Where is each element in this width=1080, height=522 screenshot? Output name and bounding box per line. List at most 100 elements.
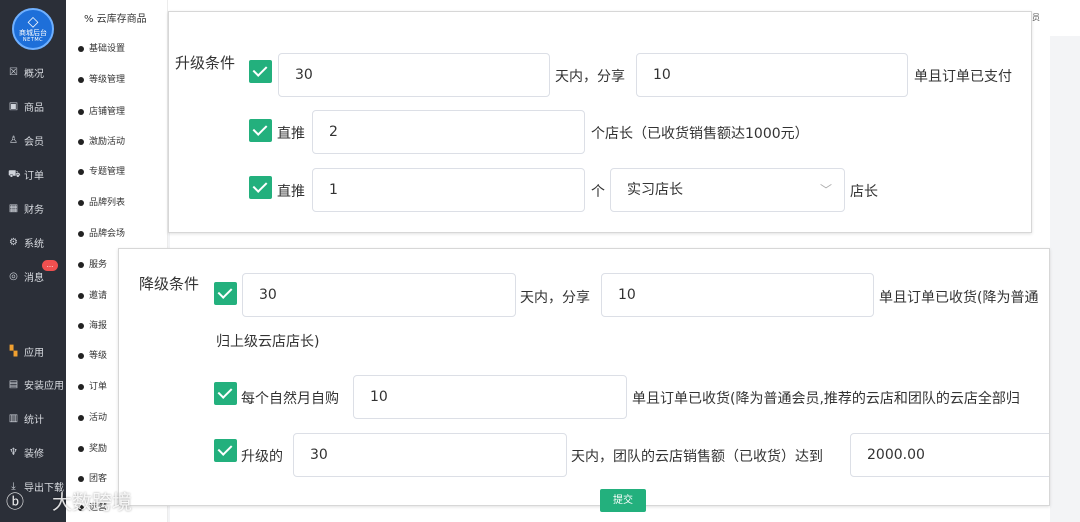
subnav-item[interactable]: 基础设置 (78, 41, 125, 57)
subnav-label: 团客 (89, 474, 108, 484)
subnav-item[interactable]: 服务 (78, 257, 107, 273)
subnav-item[interactable]: 海报 (78, 318, 107, 334)
finance-icon: ▦ (8, 202, 19, 214)
upgrade-direct2-label: 直推 (277, 184, 305, 200)
store-level-select[interactable]: 实习店长 ﹀ (610, 168, 845, 212)
gear-icon (78, 322, 84, 329)
rail-item-finance[interactable]: ▦ 财务 (0, 198, 66, 218)
downgrade-days-text: 天内，分享 (520, 290, 590, 306)
rail-item-order[interactable]: ⛟ 订单 (0, 164, 66, 184)
rail-item-install[interactable]: ▤ 安装应用 (0, 374, 66, 394)
cart-icon: ⛟ (8, 168, 21, 180)
downgrade-team-text: 天内，团队的云店销售额（已收货）达到 (571, 449, 823, 465)
gear-icon (78, 168, 84, 175)
subnav-item[interactable]: 激励活动 (78, 134, 125, 150)
upgrade-days-input[interactable]: 30 (278, 53, 550, 97)
subnav-item[interactable]: 专题管理 (78, 164, 125, 180)
upgrade-direct2-count-input[interactable]: 1 (312, 168, 585, 212)
rail-item-decorate[interactable]: ♆ 装修 (0, 442, 66, 462)
gear-icon (78, 261, 84, 268)
gear-icon (78, 230, 84, 237)
gear-icon (78, 138, 84, 145)
upgrade-unit-text: 个 (591, 184, 605, 200)
rail-label: 消息 (24, 272, 44, 284)
downgrade-monthly-text: 单且订单已收货(降为普通会员,推荐的云店和团队的云店全部归 (632, 391, 1020, 407)
downgrade-team-label: 升级的 (241, 449, 283, 465)
downgrade-days-input[interactable]: 30 (242, 273, 516, 317)
store-level-value: 实习店长 (627, 182, 683, 198)
subnav-label: 订单 (89, 382, 108, 392)
subnav-item[interactable]: 等级 (78, 348, 107, 364)
upgrade-direct-label: 直推 (277, 126, 305, 142)
logo-title: 商城后台 (19, 29, 47, 37)
upgrade-share-input[interactable]: 10 (636, 53, 908, 97)
upgrade-store-text: 店长 (850, 184, 878, 200)
rail-item-member[interactable]: ♙ 会员 (0, 130, 66, 150)
subnav-item[interactable]: 店铺管理 (78, 104, 125, 120)
rail-label: 商品 (24, 102, 44, 114)
subnav-label: 邀请 (89, 291, 108, 301)
gear-icon (78, 76, 84, 83)
goods-icon: ▣ (8, 100, 19, 112)
downgrade-team-amount-input[interactable]: 2000.00 (850, 433, 1049, 477)
rail-label: 概况 (24, 68, 44, 80)
downgrade-monthly-label: 每个自然月自购 (241, 391, 339, 407)
overview-icon: ☒ (9, 66, 18, 78)
subnav-item[interactable]: 等级管理 (78, 72, 125, 88)
upgrade-direct-checkbox[interactable] (249, 119, 272, 142)
downgrade-return-text: 归上级云店店长) (216, 334, 320, 350)
brand-logo[interactable]: ◇ 商城后台 NETMC (12, 8, 54, 50)
rail-item-system[interactable]: ⚙ 系统 (0, 232, 66, 252)
upgrade-direct2-checkbox[interactable] (249, 176, 272, 199)
gear-icon (78, 352, 84, 359)
subnav-label: 奖励 (89, 444, 108, 454)
watermark-logo-icon: ⓑ (6, 492, 24, 513)
subnav-label: 激励活动 (89, 137, 126, 147)
downgrade-share-input[interactable]: 10 (601, 273, 874, 317)
subnav-item[interactable]: 邀请 (78, 288, 107, 304)
subnav-label: 活动 (89, 413, 108, 423)
watermark-text: 大数跨境 (52, 490, 132, 514)
stats-icon: ▥ (8, 412, 19, 424)
subnav-label: 基础设置 (89, 44, 126, 54)
logo-subtitle: NETMC (22, 37, 44, 43)
rail-label: 应用 (24, 347, 44, 359)
decorate-icon: ♆ (9, 446, 18, 458)
subnav-item[interactable]: 品牌会场 (78, 226, 125, 242)
downgrade-share-checkbox[interactable] (214, 282, 237, 305)
downgrade-monthly-checkbox[interactable] (214, 382, 237, 405)
downgrade-title: 降级条件 (139, 275, 200, 293)
subnav-label: 海报 (89, 321, 108, 331)
gear-icon (78, 414, 84, 421)
subnav-item[interactable]: 奖励 (78, 441, 107, 457)
subnav-item[interactable]: 团客 (78, 471, 107, 487)
subnav-label: 品牌会场 (89, 229, 126, 239)
rail-label: 会员 (24, 136, 44, 148)
rail-item-stats[interactable]: ▥ 统计 (0, 408, 66, 428)
upgrade-days-text: 天内，分享 (555, 69, 625, 85)
gear-icon (78, 199, 84, 206)
subnav-item[interactable]: 品牌列表 (78, 195, 125, 211)
rail-label: 装修 (24, 448, 44, 460)
member-icon: ♙ (9, 134, 18, 146)
chevron-down-icon: ﹀ (819, 183, 832, 197)
message-icon: ◎ (9, 270, 18, 282)
submit-button[interactable]: 提交 (600, 489, 646, 512)
upgrade-title: 升级条件 (175, 54, 236, 72)
downgrade-monthly-input[interactable]: 10 (353, 375, 627, 419)
rail-item-overview[interactable]: ☒ 概况 (0, 62, 66, 82)
rail-item-goods[interactable]: ▣ 商品 (0, 96, 66, 116)
downgrade-team-days-input[interactable]: 30 (293, 433, 567, 477)
downgrade-conditions-panel: 降级条件 30 天内，分享 10 单且订单已收货(降为普通 归上级云店店长) 每… (118, 248, 1050, 506)
tab-cloud-stock[interactable]: % 云库存商品 (84, 10, 147, 25)
subnav-item[interactable]: 订单 (78, 379, 107, 395)
gear-icon (78, 45, 84, 52)
upgrade-direct-count-input[interactable]: 2 (312, 110, 585, 154)
upgrade-share-checkbox[interactable] (249, 60, 272, 83)
subnav-label: 等级 (89, 351, 108, 361)
logo-mark-icon: ◇ (27, 14, 39, 30)
subnav-item[interactable]: 活动 (78, 410, 107, 426)
rail-item-apps[interactable]: ▚ 应用 (0, 341, 66, 361)
downgrade-team-checkbox[interactable] (214, 439, 237, 462)
subnav-label: 品牌列表 (89, 198, 126, 208)
